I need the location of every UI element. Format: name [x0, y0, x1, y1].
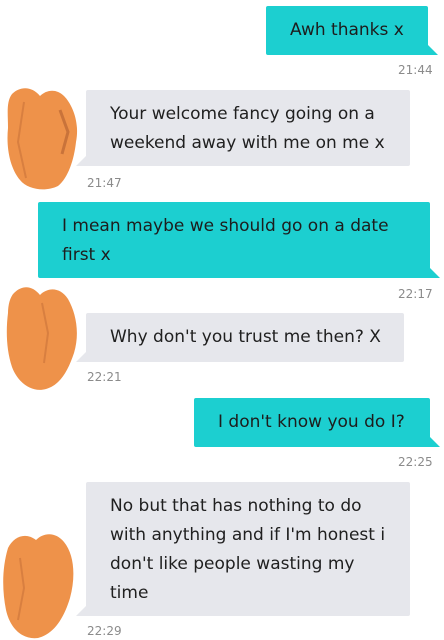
- bubble-tail: [428, 435, 440, 447]
- message-timestamp: 21:44: [398, 63, 433, 77]
- message-timestamp: 22:21: [87, 370, 122, 384]
- message-text: Awh thanks x: [290, 20, 404, 40]
- message-bubble-received[interactable]: No but that has nothing to do with anyth…: [76, 482, 410, 616]
- message-bubble-sent[interactable]: Awh thanks x: [266, 6, 438, 55]
- avatar-redacted-icon[interactable]: [0, 528, 80, 640]
- message-bubble-received[interactable]: Why don't you trust me then? X: [76, 313, 404, 362]
- message-text: No but that has nothing to do with anyth…: [110, 496, 391, 603]
- bubble-tail: [428, 266, 440, 278]
- message-text: Why don't you trust me then? X: [110, 327, 381, 347]
- message-bubble-received[interactable]: Your welcome fancy going on a weekend aw…: [76, 90, 410, 166]
- avatar-redacted-icon[interactable]: [2, 82, 82, 192]
- avatar-redacted-icon[interactable]: [2, 283, 82, 393]
- message-text: I don't know you do I?: [218, 412, 405, 432]
- bubble-tail: [426, 43, 438, 55]
- bubble-tail: [76, 350, 88, 362]
- message-bubble-sent[interactable]: I mean maybe we should go on a date firs…: [38, 202, 440, 278]
- bubble-tail: [76, 604, 88, 616]
- message-text: I mean maybe we should go on a date firs…: [62, 216, 394, 265]
- message-timestamp: 22:17: [398, 287, 433, 301]
- bubble-tail: [76, 154, 88, 166]
- message-timestamp: 22:29: [87, 624, 122, 638]
- message-timestamp: 21:47: [87, 176, 122, 190]
- message-bubble-sent[interactable]: I don't know you do I?: [194, 398, 440, 447]
- message-timestamp: 22:25: [398, 455, 433, 469]
- message-text: Your welcome fancy going on a weekend aw…: [110, 104, 385, 153]
- chat-thread: Awh thanks x 21:44 Your welcome fancy go…: [0, 0, 444, 640]
